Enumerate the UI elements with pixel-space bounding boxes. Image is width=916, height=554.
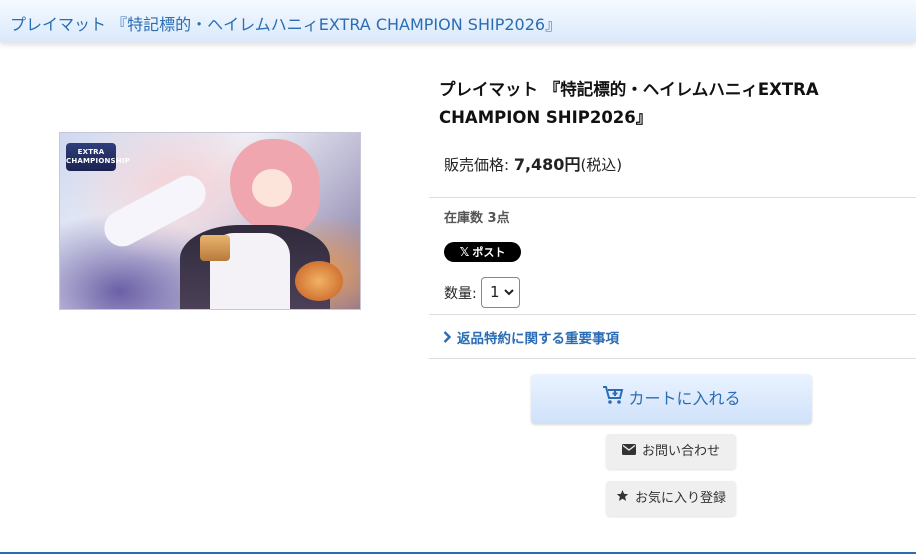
price-tax: (税込)	[580, 156, 623, 174]
price-row: 販売価格: 7,480円(税込)	[444, 151, 622, 175]
favorite-label: お気に入り登録	[634, 491, 726, 506]
divider	[429, 358, 916, 359]
image-illustration-face	[252, 169, 292, 207]
inquiry-label: お問い合わせ	[641, 444, 720, 459]
price-label: 販売価格:	[444, 156, 514, 174]
page-title: プレイマット 『特記標的・ヘイレムハニィEXTRA CHAMPION SHIP2…	[10, 15, 562, 34]
quantity-select[interactable]: 1	[481, 277, 520, 308]
image-logo: EXTRA CHAMPIONSHIP	[66, 143, 130, 171]
add-to-cart-label: カートに入れる	[628, 389, 741, 408]
returns-policy-label: 返品特約に関する重要事項	[457, 331, 619, 347]
image-illustration-cake	[200, 235, 230, 261]
returns-policy-link[interactable]: 返品特約に関する重要事項	[443, 327, 619, 347]
product-title: プレイマット 『特記標的・ヘイレムハニィEXTRA CHAMPION SHIP2…	[439, 80, 819, 127]
chevron-right-icon	[443, 331, 452, 347]
add-to-cart-button[interactable]: カートに入れる	[531, 374, 812, 424]
product-image[interactable]: EXTRA CHAMPIONSHIP	[59, 132, 361, 310]
chevron-down-icon	[504, 278, 514, 318]
star-icon	[616, 481, 629, 516]
favorite-button[interactable]: お気に入り登録	[606, 481, 736, 516]
quantity-value: 1	[490, 283, 500, 301]
divider	[429, 197, 916, 198]
page-header: プレイマット 『特記標的・ヘイレムハニィEXTRA CHAMPION SHIP2…	[0, 0, 916, 42]
stock-count: 在庫数 3点	[444, 211, 510, 226]
image-illustration-pumpkin	[295, 261, 343, 301]
quantity-label: 数量:	[444, 286, 477, 302]
cart-plus-icon	[602, 375, 624, 425]
envelope-icon	[621, 434, 636, 469]
inquiry-button[interactable]: お問い合わせ	[606, 434, 736, 469]
x-logo-icon: 𝕏	[459, 245, 470, 259]
post-button-label: ポスト	[472, 246, 506, 259]
divider	[429, 314, 916, 315]
x-post-button[interactable]: 𝕏 ポスト	[444, 242, 521, 262]
price-value: 7,480円	[513, 155, 581, 174]
